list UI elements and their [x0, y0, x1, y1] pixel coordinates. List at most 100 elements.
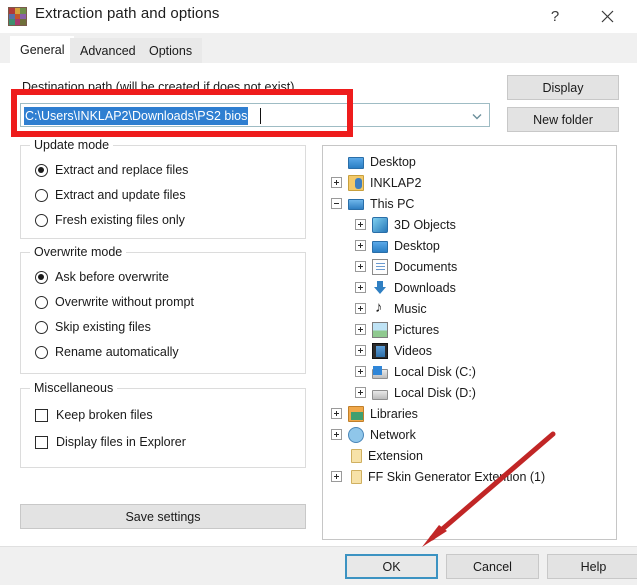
- tree-item-extension[interactable]: Extension: [331, 445, 423, 466]
- tree-item-label: Desktop: [394, 238, 440, 253]
- radio-indicator: [35, 270, 48, 284]
- expander-plus-icon[interactable]: [331, 429, 342, 440]
- checkbox-display-files-in-explorer[interactable]: Display files in Explorer: [35, 432, 186, 452]
- tree-item-label: Network: [370, 427, 416, 442]
- libraries-icon: [348, 405, 364, 422]
- tab-advanced[interactable]: Advanced: [70, 38, 146, 63]
- expander-minus-icon[interactable]: [331, 198, 342, 209]
- monitor-icon: [372, 240, 388, 253]
- radio-fresh-existing-files-only[interactable]: Fresh existing files only: [35, 210, 185, 230]
- option-label: Display files in Explorer: [56, 435, 186, 449]
- tree-item-libraries[interactable]: Libraries: [331, 403, 418, 424]
- option-label: Ask before overwrite: [55, 270, 169, 284]
- tree-item-inklap2[interactable]: INKLAP2: [331, 172, 421, 193]
- tree-item-documents[interactable]: Documents: [355, 256, 457, 277]
- tree-item-label: This PC: [370, 196, 415, 211]
- monitor-icon: [348, 156, 364, 169]
- display-button[interactable]: Display: [507, 75, 619, 100]
- tree-item-label: Pictures: [394, 322, 440, 337]
- pictures-icon: [372, 321, 388, 338]
- expander-plus-icon[interactable]: [355, 324, 366, 335]
- checkbox-indicator: [35, 435, 48, 449]
- expander-plus-icon[interactable]: [355, 345, 366, 356]
- miscellaneous-title: Miscellaneous: [30, 381, 118, 395]
- overwrite-mode-group: Overwrite mode Ask before overwrite Over…: [20, 245, 306, 374]
- expander-plus-icon[interactable]: [355, 366, 366, 377]
- window-title: Extraction path and options: [35, 5, 220, 22]
- tree-item-desktop[interactable]: Desktop: [331, 151, 416, 172]
- close-icon[interactable]: [585, 0, 629, 33]
- 3d-objects-icon: [372, 216, 388, 233]
- documents-icon: [372, 258, 388, 275]
- checkbox-keep-broken-files[interactable]: Keep broken files: [35, 405, 153, 425]
- winrar-books-icon: [8, 7, 27, 26]
- downloads-icon: [372, 280, 388, 296]
- radio-skip-existing-files[interactable]: Skip existing files: [35, 317, 151, 337]
- tree-item-label: Desktop: [370, 154, 416, 169]
- tree-item-this-pc[interactable]: This PC: [331, 193, 414, 214]
- overwrite-mode-title: Overwrite mode: [30, 245, 127, 259]
- tree-item-label: INKLAP2: [370, 175, 422, 190]
- tree-item-local-disk-d[interactable]: Local Disk (D:): [355, 382, 476, 403]
- chevron-down-icon[interactable]: [471, 110, 483, 122]
- tree-item-videos[interactable]: Videos: [355, 340, 432, 361]
- ok-button[interactable]: OK: [345, 554, 438, 579]
- expander-plus-icon[interactable]: [355, 219, 366, 230]
- tree-item-downloads[interactable]: Downloads: [355, 277, 456, 298]
- tree-item-label: FF Skin Generator Extention (1): [368, 469, 546, 484]
- destination-path-combobox[interactable]: C:\Users\INKLAP2\Downloads\PS2 bios: [20, 103, 490, 127]
- expander-plus-icon[interactable]: [355, 387, 366, 398]
- expander-plus-icon[interactable]: [331, 177, 342, 188]
- tree-item-label: Extension: [368, 448, 423, 463]
- tree-item-label: Local Disk (C:): [394, 364, 476, 379]
- tree-item-desktop-child[interactable]: Desktop: [355, 235, 440, 256]
- option-label: Extract and replace files: [55, 163, 189, 177]
- folder-tree-panel[interactable]: Desktop INKLAP2 This PC 3D Objects Deskt…: [322, 145, 617, 540]
- destination-path-value[interactable]: C:\Users\INKLAP2\Downloads\PS2 bios: [24, 107, 249, 125]
- radio-indicator: [35, 295, 48, 309]
- tree-item-ff-skin-generator-extention[interactable]: FF Skin Generator Extention (1): [331, 466, 545, 487]
- radio-ask-before-overwrite[interactable]: Ask before overwrite: [35, 267, 169, 287]
- expander-plus-icon[interactable]: [331, 471, 342, 482]
- radio-rename-automatically[interactable]: Rename automatically: [35, 342, 179, 362]
- tab-bar: General Advanced Options: [0, 33, 637, 64]
- help-button[interactable]: Help: [547, 554, 637, 579]
- radio-indicator: [35, 320, 48, 334]
- radio-extract-and-replace-files[interactable]: Extract and replace files: [35, 160, 188, 180]
- disk-c-icon: [372, 365, 388, 379]
- radio-extract-and-update-files[interactable]: Extract and update files: [35, 185, 186, 205]
- tree-item-label: 3D Objects: [394, 217, 456, 232]
- network-icon: [348, 426, 364, 443]
- miscellaneous-group: Miscellaneous Keep broken files Display …: [20, 381, 306, 468]
- title-bar: Extraction path and options ?: [0, 0, 637, 33]
- cancel-button[interactable]: Cancel: [446, 554, 539, 579]
- checkbox-indicator: [35, 408, 48, 422]
- tree-item-3d-objects[interactable]: 3D Objects: [355, 214, 456, 235]
- expander-plus-icon[interactable]: [331, 408, 342, 419]
- text-caret: [260, 108, 261, 124]
- tab-general[interactable]: General: [10, 36, 75, 63]
- new-folder-button[interactable]: New folder: [507, 107, 619, 132]
- expander-plus-icon[interactable]: [355, 303, 366, 314]
- disk-d-icon: [372, 389, 388, 400]
- tree-item-music[interactable]: Music: [355, 298, 427, 319]
- option-label: Extract and update files: [55, 188, 186, 202]
- tree-item-label: Libraries: [370, 406, 418, 421]
- expander-plus-icon[interactable]: [355, 261, 366, 272]
- folder-icon: [351, 469, 362, 484]
- tree-item-label: Videos: [394, 343, 432, 358]
- tab-options[interactable]: Options: [139, 38, 203, 63]
- radio-overwrite-without-prompt[interactable]: Overwrite without prompt: [35, 292, 194, 312]
- user-folder-icon: [348, 174, 364, 191]
- update-mode-group: Update mode Extract and replace files Ex…: [20, 138, 306, 239]
- folder-icon: [351, 448, 362, 463]
- tree-item-network[interactable]: Network: [331, 424, 416, 445]
- titlebar-help-button[interactable]: ?: [533, 0, 577, 33]
- tree-item-pictures[interactable]: Pictures: [355, 319, 439, 340]
- dialog-body: Destination path (will be created if doe…: [0, 63, 637, 546]
- option-label: Overwrite without prompt: [55, 295, 194, 309]
- expander-plus-icon[interactable]: [355, 282, 366, 293]
- expander-plus-icon[interactable]: [355, 240, 366, 251]
- tree-item-local-disk-c[interactable]: Local Disk (C:): [355, 361, 476, 382]
- save-settings-button[interactable]: Save settings: [20, 504, 306, 529]
